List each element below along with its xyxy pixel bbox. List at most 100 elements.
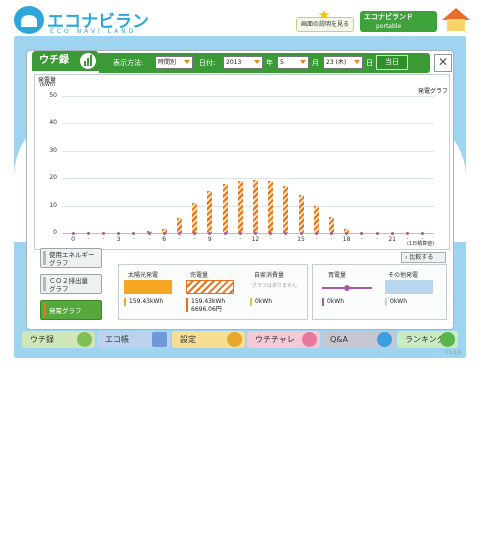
gridline [62,123,434,125]
version-label: V1.6.6 [445,350,462,356]
energy-use-graph-button[interactable]: 使用エネルギー グラフ [40,248,102,268]
nav-settings[interactable]: 設定 [172,331,245,348]
chart-title: 発電グラフ [418,88,449,95]
bought-point [86,231,90,235]
help-button[interactable]: 画面の説明を見る [296,10,354,32]
chevron-down-icon [254,60,260,64]
today-button[interactable]: 当日 [376,55,408,70]
side-button-label: ＣＯ２排出量 [49,277,88,285]
generation-bar[interactable] [268,180,274,233]
bought-point [284,231,288,235]
close-button[interactable]: ✕ [434,54,452,72]
bought-value: 0kWh [327,298,345,305]
bought-point [253,231,257,235]
bought-point [405,231,409,235]
star-icon [318,10,330,19]
bought-point [101,231,105,235]
side-button-label: グラフ [49,285,69,293]
bought-point [421,231,425,235]
self-consumption-note: グラフはありません [252,283,297,289]
generation-bar[interactable] [298,194,304,233]
day-select[interactable]: 23 (木) [323,56,363,69]
x-tick-label: · [315,236,318,243]
bought-point [162,231,166,235]
y-axis-unit: (kWh) [40,82,55,88]
x-tick-label: 12 [251,236,260,243]
nav-eco-notebook[interactable]: エコ帳 [97,331,170,348]
notebook-icon [152,332,167,347]
generation-bar[interactable] [252,179,258,233]
generation-bar[interactable] [176,217,182,233]
other-generation-value: 0kWh [390,298,408,305]
wrench-icon [227,332,242,347]
bought-point [345,231,349,235]
tab-uchiroku[interactable]: ウチ録 [32,51,99,71]
y-tick-label: 20 [49,174,57,182]
chevron-down-icon [354,60,360,64]
house-icon[interactable] [442,8,470,32]
logo-subtext: ECO NAVI LAND [50,28,137,35]
sold-value: 159.43kWh [191,298,226,305]
nav-uchiroku[interactable]: ウチ録 [22,331,95,348]
co2-graph-button[interactable]: ＣＯ２排出量 グラフ [40,274,102,294]
solar-swatch [124,280,172,294]
gridline [62,150,434,152]
generation-bar[interactable] [283,186,289,233]
portable-link-button[interactable]: エコナビランド portable [360,11,437,32]
generation-bar[interactable] [207,190,213,233]
solar-value: 159.43kWh [129,298,164,305]
x-tick-label: · [239,236,242,243]
generation-bar[interactable] [192,202,198,233]
generation-bar[interactable] [328,216,334,233]
tab-uchiroku-label: ウチ録 [39,55,69,66]
nav-label: ウチ録 [30,335,54,344]
bought-point [132,231,136,235]
year-label: 年 [266,59,273,67]
x-tick-label: 9 [207,236,212,243]
x-tick-label: 15 [297,236,305,243]
nav-ranking[interactable]: ランキング [397,331,458,348]
x-tick-label: 18 [342,236,351,243]
nav-uchi-challenge[interactable]: ウチチャレ [247,331,320,348]
x-tick-label: · [330,236,333,243]
compare-label: 比較する [409,254,434,261]
bought-point [71,231,75,235]
bought-point [360,231,364,235]
y-tick-label: 10 [49,201,57,209]
display-method-select[interactable]: 時間別 [155,56,193,69]
gridline [62,178,434,180]
generation-bar[interactable] [222,183,228,233]
other-generation-label: その他発電 [388,272,419,279]
generation-graph-button[interactable]: 発電グラフ [40,300,102,320]
self-consumption-value: 0kWh [255,298,273,305]
x-tick-label: · [193,236,196,243]
toolbar: 表示方法: 時間別 日付: 2013 年 5 月 23 (木) 日 当日 [99,53,430,73]
nav-qa[interactable]: Q&A [322,331,395,348]
portable-label-main: エコナビランド [364,13,413,21]
bought-point [208,231,212,235]
bar-graph-icon [77,332,92,347]
nav-label: ウチチャレ [255,335,295,344]
eco-navi-land-logo[interactable]: エコナビランド ECO NAVI LAND [14,6,159,57]
other-generation-swatch [385,280,433,294]
generation-bar[interactable] [313,205,319,233]
solar-label: 太陽光発電 [128,272,159,279]
bought-label: 買電量 [328,272,347,279]
y-tick-label: 40 [49,119,57,127]
compare-button[interactable]: › 比較する [401,252,446,263]
side-button-label: 発電グラフ [49,307,82,315]
x-tick-label: · [148,236,150,243]
bar-graph-icon [80,53,96,69]
generation-bar[interactable] [237,180,243,233]
display-method-label: 表示方法: [113,59,144,67]
month-label: 月 [312,59,319,67]
month-select[interactable]: 5 [277,56,309,69]
x-tick-label: · [178,236,181,243]
bought-point [238,231,242,235]
flag-icon [302,332,317,347]
portable-label-sub: portable [376,23,402,30]
sold-swatch [186,280,234,294]
year-select[interactable]: 2013 [223,56,263,69]
sold-label: 売電量 [190,272,209,279]
sold-amount: 6696.06円 [191,306,222,313]
